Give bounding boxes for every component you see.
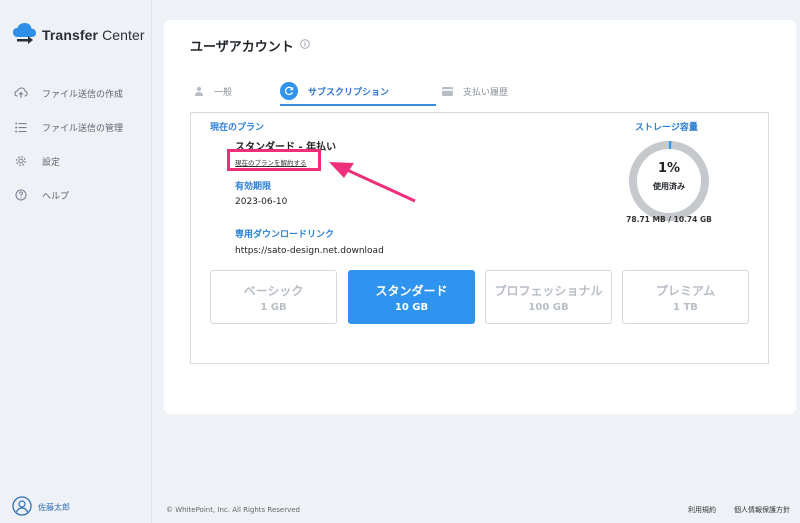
- annotation-arrow: [329, 159, 419, 209]
- sidebar-item-help[interactable]: ヘルプ: [14, 178, 144, 212]
- storage-usage-percent: 1%: [657, 161, 681, 176]
- sidebar-item-label: 設定: [42, 157, 61, 168]
- plan-options: ベーシック 1 GB スタンダード 10 GB プロフェッショナル 100 GB…: [210, 270, 750, 324]
- credit-card-icon: [442, 86, 453, 96]
- sidebar-nav: ファイル送信の作成 ファイル送信の管理 設定 ヘルプ: [14, 76, 144, 212]
- storage-label: ストレージ容量: [635, 123, 698, 133]
- sidebar-item-settings[interactable]: 設定: [14, 144, 144, 178]
- sidebar-item-label: ファイル送信の管理: [42, 123, 124, 134]
- sidebar-item-label: ヘルプ: [42, 191, 70, 202]
- refresh-icon: [280, 82, 298, 100]
- sidebar-item-create-transfer[interactable]: ファイル送信の作成: [14, 76, 144, 110]
- sidebar-item-label: ファイル送信の作成: [42, 89, 124, 100]
- privacy-policy-link[interactable]: 個人情報保護方針: [734, 505, 790, 515]
- tab-general[interactable]: 一般: [194, 76, 232, 106]
- upload-cloud-icon: [14, 86, 28, 100]
- main-card: ユーザアカウント 一般 サブスクリプション 支払い履歴 現在のプラン スタンダー…: [164, 20, 796, 414]
- sidebar: Transfer Center ファイル送信の作成 ファイル送信の管理 設定 ヘ…: [0, 0, 152, 523]
- terms-link[interactable]: 利用規約: [688, 505, 716, 515]
- tab-subscription[interactable]: サブスクリプション: [280, 76, 389, 106]
- expiry-value: 2023-06-10: [235, 197, 288, 207]
- user-circle-icon: [12, 496, 32, 518]
- download-link-value: https://sato-design.net.download: [235, 246, 384, 256]
- cloud-transfer-icon: [12, 22, 38, 48]
- copyright-text: © WhitePoint, Inc. All Rights Reserved: [166, 506, 300, 514]
- gear-icon: [14, 154, 28, 168]
- list-icon: [14, 120, 28, 134]
- plan-premium-button[interactable]: プレミアム 1 TB: [622, 270, 749, 324]
- plan-professional-button[interactable]: プロフェッショナル 100 GB: [485, 270, 612, 324]
- sidebar-item-manage-transfers[interactable]: ファイル送信の管理: [14, 110, 144, 144]
- app-name: Transfer Center: [42, 27, 145, 43]
- expiry-label: 有効期限: [235, 182, 272, 192]
- download-link-label: 専用ダウンロードリンク: [235, 230, 335, 240]
- info-icon[interactable]: [299, 38, 310, 53]
- active-tab-indicator: [280, 104, 436, 106]
- user-account[interactable]: 佐藤太郎: [12, 496, 70, 518]
- cancel-plan-link[interactable]: 現在のプランを解約する: [235, 157, 307, 167]
- page-title: ユーザアカウント: [190, 36, 310, 55]
- storage-detail: 78.71 MB / 10.74 GB: [626, 215, 712, 224]
- subscription-panel: 現在のプラン スタンダード - 年払い 現在のプランを解約する 有効期限 202…: [190, 112, 769, 364]
- account-tabs: 一般 サブスクリプション 支払い履歴: [190, 76, 770, 106]
- app-logo[interactable]: Transfer Center: [12, 22, 145, 48]
- person-icon: [194, 86, 204, 96]
- plan-standard-button[interactable]: スタンダード 10 GB: [348, 270, 475, 324]
- tab-payment-history[interactable]: 支払い履歴: [442, 76, 508, 106]
- storage-usage-caption: 使用済み: [653, 182, 685, 191]
- help-circle-icon: [14, 188, 28, 202]
- current-plan-label: 現在のプラン: [210, 123, 265, 133]
- footer-links: 利用規約 個人情報保護方針: [688, 505, 790, 515]
- user-name: 佐藤太郎: [38, 502, 70, 512]
- plan-basic-button[interactable]: ベーシック 1 GB: [210, 270, 337, 324]
